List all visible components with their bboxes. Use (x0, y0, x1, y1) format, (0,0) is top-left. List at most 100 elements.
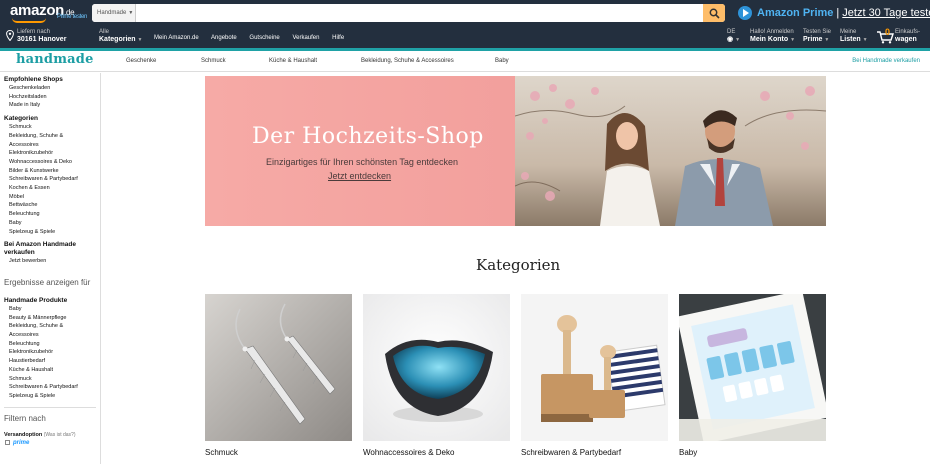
nav-link-hilfe[interactable]: Hilfe (332, 35, 344, 41)
sidebar-category-link[interactable]: Spielzeug & Spiele (4, 228, 100, 237)
language-selector[interactable]: DE ◉ ▼ (727, 29, 740, 44)
handmade-nav: handmade Geschenke Schmuck Küche & Haush… (0, 48, 930, 72)
nav-link-verkaufen[interactable]: Verkaufen (292, 35, 319, 41)
amazon-logo[interactable]: amazon.de Prime testen (10, 2, 87, 23)
sidebar-category-link[interactable]: Möbel (4, 193, 100, 202)
prime-promo-brand: Amazon Prime (757, 6, 834, 19)
sidebar-category-link[interactable]: Elektronikzubehör (4, 149, 100, 158)
logo-prime-text: Prime testen (57, 14, 88, 20)
category-label-schreibwaren[interactable]: Schreibwaren & Partybedarf (521, 448, 621, 457)
search-button[interactable] (703, 4, 725, 22)
bowl-image (363, 294, 510, 441)
sidebar-product-link[interactable]: Beauty & Männerpflege (4, 314, 100, 323)
handmade-nav-bekleidung[interactable]: Bekleidung, Schuhe & Accessoires (361, 58, 454, 64)
sidebar-category-link[interactable]: Kochen & Essen (4, 184, 100, 193)
category-label-baby[interactable]: Baby (679, 448, 697, 457)
sidebar-shops-heading: Empfohlene Shops (4, 76, 63, 83)
sidebar-product-link[interactable]: Schreibwaren & Partybedarf (4, 383, 100, 392)
sidebar-product-link[interactable]: Beleuchtung (4, 340, 100, 349)
sidebar-categories-heading: Kategorien (4, 115, 38, 123)
search-department-label: Handmade (97, 10, 127, 16)
deliver-to-link[interactable]: Liefern nach 30161 Hanover (17, 29, 66, 43)
sidebar-product-link[interactable]: Accessoires (4, 331, 100, 340)
sidebar-category-link[interactable]: Wohnaccessoires & Deko (4, 158, 100, 167)
shipping-info-link[interactable]: (Was ist das?) (44, 432, 76, 438)
handmade-nav-kueche[interactable]: Küche & Haushalt (269, 58, 317, 64)
category-tile-wohnaccessoires[interactable] (363, 294, 510, 441)
all-categories-menu[interactable]: Alle Kategorien ▼ (99, 29, 142, 44)
hero-title: Der Hochzeits-Shop (252, 124, 484, 149)
sidebar-product-link[interactable]: Spielzeug & Spiele (4, 392, 100, 401)
stamps-image (521, 294, 668, 441)
sidebar-shop-link[interactable]: Hochzeitsladen (4, 93, 100, 102)
category-label-schmuck[interactable]: Schmuck (205, 448, 238, 457)
sidebar-filter-heading: Filtern nach (4, 413, 46, 423)
sidebar-category-link[interactable]: Bettwäsche (4, 201, 100, 210)
wedding-shop-hero-banner[interactable]: Der Hochzeits-Shop Einzigartiges für Ihr… (205, 76, 826, 226)
nav-link-angebote[interactable]: Angebote (211, 35, 237, 41)
sidebar-category-link[interactable]: Schmuck (4, 123, 100, 132)
chevron-down-icon: ▼ (824, 37, 830, 43)
categories-heading: Kategorien (476, 256, 561, 274)
sidebar-product-link[interactable]: Baby (4, 305, 100, 314)
couple-photo-illustration (515, 76, 826, 226)
sidebar-product-link[interactable]: Elektronikzubehör (4, 348, 100, 357)
hero-subtitle: Einzigartiges für Ihren schönsten Tag en… (266, 157, 458, 167)
hero-cta-link[interactable]: Jetzt entdecken (328, 171, 391, 181)
nav-bar: Liefern nach 30161 Hanover Alle Kategori… (0, 26, 930, 48)
account-line2: Mein Konto (750, 36, 789, 43)
globe-icon: ◉ (727, 36, 734, 43)
account-menu[interactable]: Hallo! Anmelden Mein Konto ▼ (750, 29, 795, 44)
search-input[interactable] (137, 4, 703, 22)
hero-pink-panel (205, 76, 535, 226)
search-department-select[interactable]: Handmade ▼ (92, 4, 136, 22)
sidebar-category-link[interactable]: Schreibwaren & Partybedarf (4, 175, 100, 184)
sidebar-category-link[interactable]: Accessoires (4, 141, 100, 150)
prime-line1: Testen Sie (803, 29, 832, 35)
prime-menu[interactable]: Testen Sie Prime ▼ (803, 29, 831, 44)
prime-promo-separator: | (836, 6, 840, 19)
prime-promo-banner[interactable]: Amazon Prime | Jetzt 30 Tage testen (738, 4, 930, 21)
baby-frame-image (679, 294, 826, 441)
prime-logo-label: prime (13, 439, 30, 446)
handmade-nav-schmuck[interactable]: Schmuck (201, 58, 226, 64)
sidebar-apply-link[interactable]: Jetzt bewerben (4, 257, 100, 266)
sidebar-category-link[interactable]: Bilder & Kunstwerke (4, 167, 100, 176)
sidebar-category-link[interactable]: Beleuchtung (4, 210, 100, 219)
chevron-down-icon: ▼ (790, 37, 796, 43)
sidebar-product-link[interactable]: Bekleidung, Schuhe & (4, 322, 100, 331)
nav-link-mein-amazon[interactable]: Mein Amazon.de (154, 35, 199, 41)
deliver-line2: 30161 Hanover (17, 36, 67, 43)
jewelry-image (205, 294, 352, 441)
sidebar-shop-link[interactable]: Geschenkeladen (4, 84, 100, 93)
all-categories-line2: Kategorien (99, 36, 136, 43)
nav-links: Mein Amazon.de Angebote Gutscheine Verka… (154, 35, 355, 41)
category-tile-schreibwaren[interactable] (521, 294, 668, 441)
lists-line1: Meine (840, 29, 857, 35)
play-icon (738, 5, 752, 20)
top-bar: amazon.de Prime testen Handmade ▼ Amazon … (0, 0, 930, 26)
sidebar-shop-link[interactable]: Made in Italy (4, 101, 100, 110)
category-tile-schmuck[interactable] (205, 294, 352, 441)
sidebar-product-link[interactable]: Küche & Haushalt (4, 366, 100, 375)
sidebar-product-link[interactable]: Schmuck (4, 375, 100, 384)
category-label-wohnaccessoires[interactable]: Wohnaccessoires & Deko (363, 448, 454, 457)
handmade-nav-baby[interactable]: Baby (495, 58, 509, 64)
handmade-nav-geschenke[interactable]: Geschenke (126, 58, 156, 64)
sidebar-seller-heading: Bei Amazon Handmade verkaufen (4, 241, 100, 257)
sidebar-category-link[interactable]: Bekleidung, Schuhe & (4, 132, 100, 141)
cart-link[interactable]: Einkaufs- wagen (895, 29, 920, 43)
sidebar-category-link[interactable]: Baby (4, 219, 100, 228)
sell-on-handmade-link[interactable]: Bei Handmade verkaufen (852, 58, 920, 64)
sidebar-product-link[interactable]: Haustierbedarf (4, 357, 100, 366)
lists-menu[interactable]: Meine Listen ▼ (840, 29, 868, 44)
location-pin-icon (6, 30, 14, 41)
cart-line1: Einkaufs- (895, 29, 921, 35)
deliver-line1: Liefern nach (17, 29, 51, 35)
prime-filter[interactable]: prime (4, 439, 100, 448)
handmade-logo[interactable]: handmade (16, 52, 94, 67)
category-tile-baby[interactable] (679, 294, 826, 441)
sidebar-results-heading: Ergebnisse anzeigen für (4, 277, 91, 287)
prime-filter-checkbox[interactable] (5, 439, 10, 445)
nav-link-gutscheine[interactable]: Gutscheine (249, 35, 279, 41)
